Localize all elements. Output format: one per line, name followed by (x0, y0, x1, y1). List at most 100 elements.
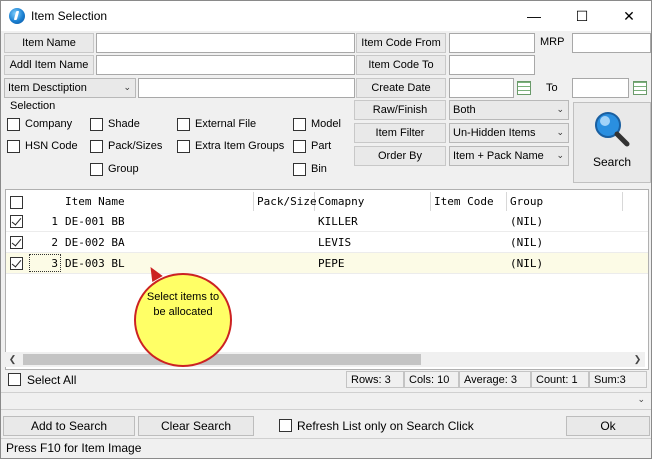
refresh-list-checkbox[interactable] (279, 419, 292, 432)
header-select-checkbox[interactable] (10, 196, 23, 209)
order-by-select[interactable]: Item + Pack Name ⌄ (449, 146, 569, 166)
hsn-code-checkbox[interactable] (7, 140, 20, 153)
row-number: 1 (51, 214, 58, 228)
column-header-item-name[interactable]: Item Name (62, 192, 254, 211)
ok-button[interactable]: Ok (566, 416, 650, 436)
search-button-label: Search (592, 155, 632, 169)
calendar-icon[interactable] (517, 81, 531, 95)
maximize-button[interactable]: ☐ (559, 1, 605, 31)
chevron-down-icon: ⌄ (556, 104, 564, 114)
cell-pack-size (254, 253, 315, 273)
cell-group: (NIL) (510, 235, 544, 249)
column-header-item-code[interactable]: Item Code (431, 192, 507, 211)
status-average: Average: 3 (459, 371, 531, 388)
item-description-select-value: Item Desctiption (8, 82, 87, 94)
column-header-group[interactable]: Group (507, 192, 623, 211)
order-by-select-value: Item + Pack Name (453, 150, 544, 162)
scrollbar-thumb[interactable] (23, 354, 421, 365)
raw-finish-select-value: Both (453, 104, 476, 116)
chevron-down-icon: ⌄ (556, 150, 564, 160)
cell-item-code (431, 232, 507, 252)
cell-item-name: DE-002 BA (65, 235, 125, 249)
item-filter-label: Item Filter (354, 123, 446, 143)
callout-text: Select items to be allocated (146, 291, 220, 318)
cell-pack-size (254, 232, 315, 252)
horizontal-scrollbar[interactable]: ❮ ❯ (5, 352, 645, 367)
item-filter-select[interactable]: Un-Hidden Items ⌄ (449, 123, 569, 143)
raw-finish-select[interactable]: Both ⌄ (449, 100, 569, 120)
status-rows: Rows: 3 (346, 371, 404, 388)
window-title: Item Selection (31, 9, 108, 23)
column-header-company[interactable]: Comapny (315, 192, 431, 211)
raw-finish-label: Raw/Finish (354, 100, 446, 120)
item-selection-window: Item Selection — ☐ ✕ Item Name Item Code… (0, 0, 652, 459)
bin-checkbox-label: Bin (311, 163, 327, 175)
mrp-label: MRP (540, 36, 565, 48)
app-icon (9, 8, 25, 24)
calendar-icon[interactable] (633, 81, 647, 95)
chevron-down-icon: ⌄ (123, 82, 131, 92)
item-description-select[interactable]: Item Desctiption ⌄ (4, 78, 136, 98)
external-file-checkbox[interactable] (177, 118, 190, 131)
create-date-label: Create Date (356, 78, 446, 98)
to-label: To (546, 82, 558, 94)
chevron-down-icon: ⌄ (556, 127, 564, 137)
cell-company: PEPE (318, 256, 345, 270)
title-bar: Item Selection — ☐ ✕ (1, 1, 651, 31)
pack-sizes-checkbox-label: Pack/Sizes (108, 140, 163, 152)
table-row[interactable]: 3 DE-003 BL PEPE (NIL) (6, 253, 648, 274)
item-name-input[interactable] (96, 33, 355, 53)
model-checkbox[interactable] (293, 118, 306, 131)
table-row[interactable]: 2 DE-002 BA LEVIS (NIL) (6, 232, 648, 253)
item-filter-select-value: Un-Hidden Items (453, 127, 536, 139)
cell-company: KILLER (318, 214, 358, 228)
mrp-input[interactable] (572, 33, 651, 53)
row-select-checkbox[interactable] (10, 236, 23, 249)
extra-item-groups-checkbox[interactable] (177, 140, 190, 153)
shade-checkbox-label: Shade (108, 118, 140, 130)
row-select-checkbox[interactable] (10, 257, 23, 270)
cell-item-name: DE-001 BB (65, 214, 125, 228)
addl-item-name-input[interactable] (96, 55, 355, 75)
group-checkbox-label: Group (108, 163, 139, 175)
hsn-code-checkbox-label: HSN Code (25, 140, 78, 152)
scroll-left-icon[interactable]: ❮ (5, 352, 20, 367)
part-checkbox[interactable] (293, 140, 306, 153)
external-file-checkbox-label: External File (195, 118, 257, 130)
item-code-to-input[interactable] (449, 55, 535, 75)
create-date-from-input[interactable] (449, 78, 514, 98)
company-checkbox[interactable] (7, 118, 20, 131)
collapse-bar[interactable]: ⌄ (1, 392, 651, 410)
shade-checkbox[interactable] (90, 118, 103, 131)
item-code-to-label: Item Code To (356, 55, 446, 75)
model-checkbox-label: Model (311, 118, 341, 130)
company-checkbox-label: Company (25, 118, 73, 130)
item-code-from-input[interactable] (449, 33, 535, 53)
bin-checkbox[interactable] (293, 163, 306, 176)
minimize-button[interactable]: — (511, 1, 557, 31)
cell-company: LEVIS (318, 235, 352, 249)
row-select-checkbox[interactable] (10, 215, 23, 228)
scroll-right-icon[interactable]: ❯ (630, 352, 645, 367)
close-button[interactable]: ✕ (606, 1, 651, 31)
clear-search-button[interactable]: Clear Search (138, 416, 254, 436)
selection-label: Selection (10, 100, 56, 112)
group-checkbox[interactable] (90, 163, 103, 176)
cell-group: (NIL) (510, 214, 544, 228)
column-header-pack-size[interactable]: Pack/Size (254, 192, 317, 211)
cell-group: (NIL) (510, 256, 544, 270)
search-button[interactable]: Search (573, 102, 651, 183)
add-to-search-button[interactable]: Add to Search (3, 416, 135, 436)
status-cols: Cols: 10 (404, 371, 459, 388)
status-sum: Sum:3 (589, 371, 647, 388)
table-row[interactable]: 1 DE-001 BB KILLER (NIL) (6, 211, 648, 232)
chevron-down-icon[interactable]: ⌄ (637, 394, 645, 405)
pack-sizes-checkbox[interactable] (90, 140, 103, 153)
select-all-checkbox[interactable] (8, 373, 21, 386)
item-description-input[interactable] (138, 78, 355, 98)
item-name-label: Item Name (4, 33, 94, 53)
create-date-to-input[interactable] (572, 78, 629, 98)
cell-item-code (431, 211, 507, 231)
refresh-list-label: Refresh List only on Search Click (297, 419, 474, 433)
part-checkbox-label: Part (311, 140, 332, 152)
